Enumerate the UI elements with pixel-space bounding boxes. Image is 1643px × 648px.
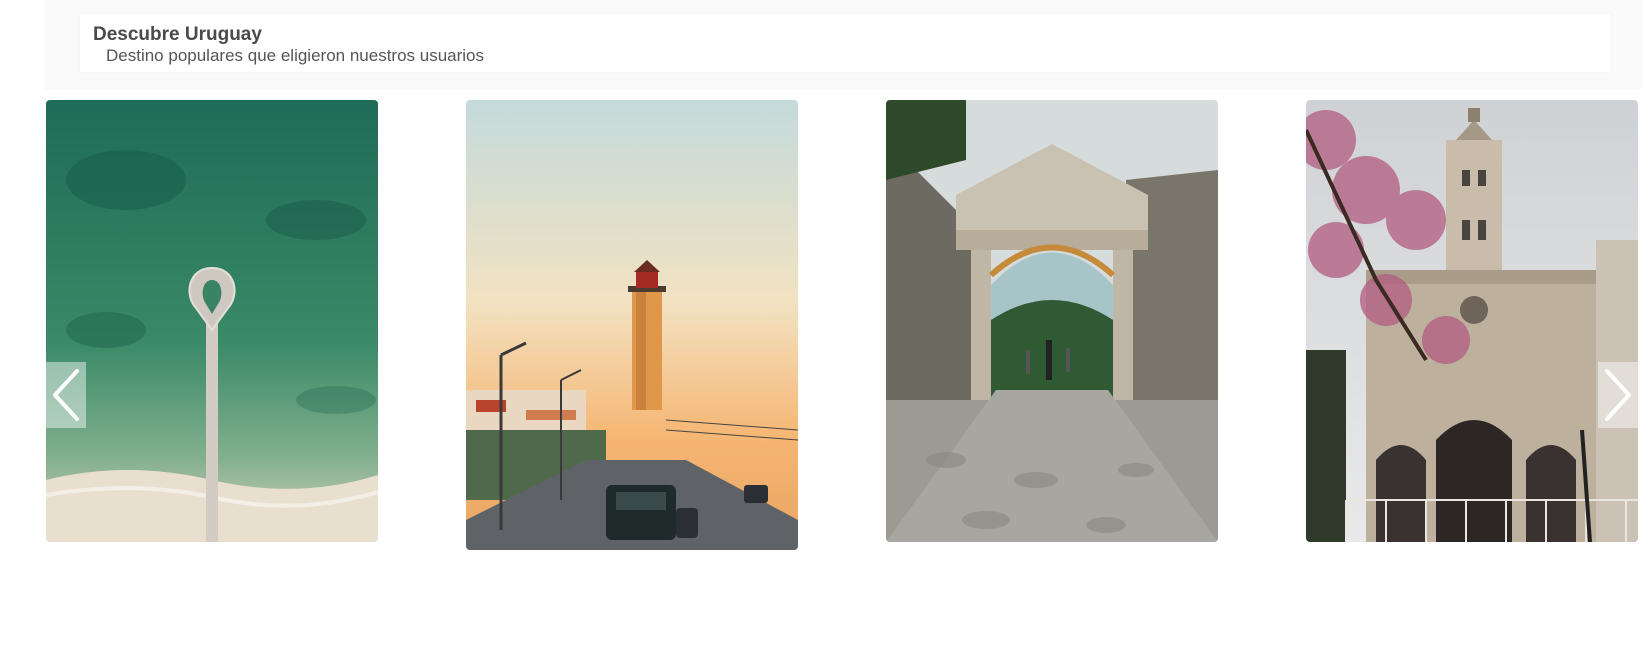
carousel-prev-button[interactable] <box>46 362 86 428</box>
destination-card-city-gate[interactable] <box>886 100 1218 542</box>
destination-card-pier[interactable] <box>46 100 378 542</box>
section-title: Descubre Uruguay <box>93 24 262 45</box>
destination-card-lighthouse[interactable] <box>466 100 798 550</box>
chevron-right-icon <box>1605 369 1631 421</box>
carousel-next-button[interactable] <box>1598 362 1638 428</box>
chevron-left-icon <box>53 369 79 421</box>
lighthouse-street-image <box>466 100 798 550</box>
aerial-pier-image <box>46 100 378 542</box>
section-header: Descubre Uruguay Destino populares que e… <box>80 14 1610 72</box>
cathedral-image <box>1306 100 1638 542</box>
destination-card-cathedral[interactable] <box>1306 100 1638 542</box>
city-gate-image <box>886 100 1218 542</box>
section-subtitle: Destino populares que eligieron nuestros… <box>106 46 485 65</box>
